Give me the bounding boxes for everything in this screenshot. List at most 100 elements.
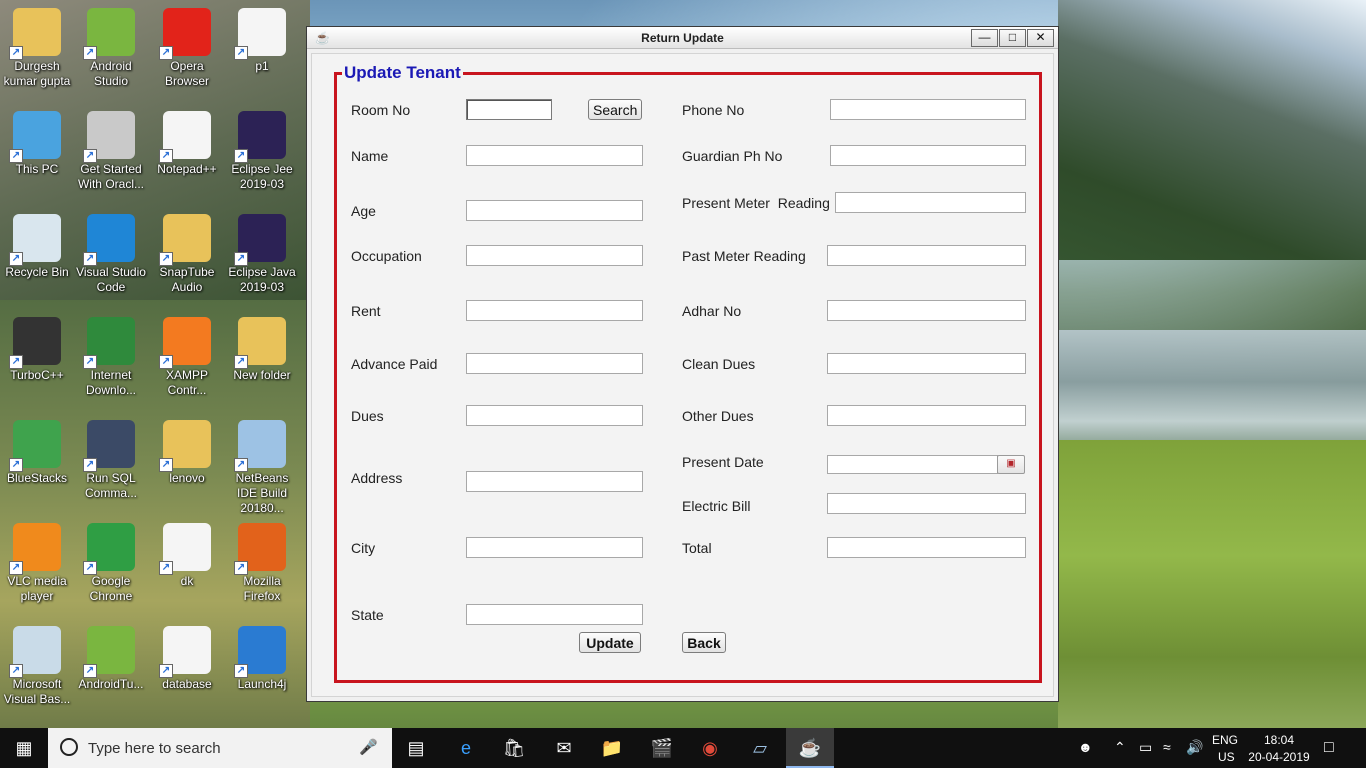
clock-date: 20-04-2019 [1248,750,1310,764]
adhar-no-input[interactable] [827,300,1026,321]
desktop-icon-label: lenovo [169,471,205,485]
room-no-input[interactable] [466,99,552,120]
maximize-button[interactable]: □ [999,29,1026,47]
back-button[interactable]: Back [682,632,726,653]
volume-icon[interactable]: 🔊 [1186,739,1203,756]
address-input[interactable] [466,471,643,492]
shortcut-arrow-icon: ↗ [234,46,248,60]
desktop-icon[interactable]: ↗ Visual Studio Code [74,208,148,304]
minimize-button[interactable]: — [971,29,998,47]
windows-start-icon[interactable]: ▦ [0,728,48,768]
wifi-icon[interactable]: ≈ [1163,739,1171,755]
city-label: City [351,540,376,556]
people-icon[interactable]: ☻ [1078,739,1093,755]
netbeans-icon: ↗ [234,420,286,472]
return-update-window: ☕ Return Update — □ ✕ Update Tenant Room… [306,26,1059,702]
state-input[interactable] [466,604,643,625]
chrome-icon[interactable]: ◉ [686,728,734,768]
java-icon[interactable]: ☕ [786,728,834,768]
shortcut-arrow-icon: ↗ [159,46,173,60]
desktop-icon[interactable]: ↗ Opera Browser [150,2,224,98]
desktop-icon[interactable]: ↗ Run SQL Comma... [74,414,148,510]
phone-no-input[interactable] [830,99,1026,120]
age-input[interactable] [466,200,643,221]
desktop-icon-label: Eclipse Jee 2019-03 [231,162,293,191]
desktop-icon[interactable]: ↗ Recycle Bin [0,208,74,304]
microphone-icon[interactable]: 🎤 [359,738,378,756]
search-button[interactable]: Search [588,99,642,120]
movies-icon[interactable]: 🎬 [638,728,686,768]
window-titlebar[interactable]: ☕ Return Update — □ ✕ [307,27,1058,49]
desktop-icon[interactable]: ↗ Durgesh kumar gupta [0,2,74,98]
update-button[interactable]: Update [579,632,641,653]
desktop-icon[interactable]: ↗ Mozilla Firefox [225,517,299,613]
desktop-icon-label: p1 [255,59,269,73]
edge-icon[interactable]: e [442,728,490,768]
wallpaper-river [1058,330,1366,460]
android-studio-icon: ↗ [83,626,135,678]
total-label: Total [682,540,712,556]
file-icon: ↗ [159,523,211,575]
desktop-icon[interactable]: ↗ This PC [0,105,74,201]
shortcut-arrow-icon: ↗ [83,46,97,60]
calendar-icon[interactable]: ▣ [997,455,1025,474]
desktop-icon[interactable]: ↗ BlueStacks [0,414,74,510]
chevron-up-icon[interactable]: ⌃ [1114,739,1126,756]
shortcut-arrow-icon: ↗ [9,561,23,575]
desktop-icon[interactable]: ↗ TurboC++ [0,311,74,407]
desktop-icon[interactable]: ↗ p1 [225,2,299,98]
chrome-icon: ↗ [83,523,135,575]
electric-bill-input[interactable] [827,493,1026,514]
desktop-icon[interactable]: ↗ database [150,620,224,716]
notification-icon[interactable]: □ [1324,739,1334,757]
netbeans-icon[interactable]: ▱ [736,728,784,768]
file-explorer-icon[interactable]: 📁 [588,728,636,768]
xampp-icon: ↗ [159,317,211,369]
close-button[interactable]: ✕ [1027,29,1054,47]
shortcut-arrow-icon: ↗ [9,355,23,369]
dues-input[interactable] [466,405,643,426]
folder-icon: ↗ [159,214,211,266]
taskbar-search-box[interactable]: Type here to search 🎤 [48,728,392,768]
store-icon[interactable]: 🛍 [490,728,538,768]
desktop-icon[interactable]: ↗ Eclipse Java 2019-03 [225,208,299,304]
shortcut-arrow-icon: ↗ [234,149,248,163]
desktop-icon[interactable]: ↗ NetBeans IDE Build 20180... [225,414,299,515]
desktop-icon[interactable]: ↗ Eclipse Jee 2019-03 [225,105,299,201]
desktop-icon[interactable]: ↗ Android Studio [74,2,148,98]
total-input[interactable] [827,537,1026,558]
desktop-icon[interactable]: ↗ Get Started With Oracl... [74,105,148,201]
clock[interactable]: 18:04 20-04-2019 [1246,733,1312,768]
occupation-input[interactable] [466,245,643,266]
desktop-icon[interactable]: ↗ Launch4j [225,620,299,716]
rent-input[interactable] [466,300,643,321]
language-indicator[interactable]: ENG US [1212,733,1238,768]
desktop-icon[interactable]: ↗ Microsoft Visual Bas... [0,620,74,716]
desktop-icon[interactable]: ↗ lenovo [150,414,224,510]
desktop-icon[interactable]: ↗ Internet Downlo... [74,311,148,407]
present-date-input[interactable] [827,455,998,474]
shortcut-arrow-icon: ↗ [83,664,97,678]
mail-icon[interactable]: ✉ [540,728,588,768]
guardian-ph-no-input[interactable] [830,145,1026,166]
desktop-icon[interactable]: ↗ VLC media player [0,517,74,613]
battery-icon[interactable]: ▭ [1139,739,1152,756]
file-icon: ↗ [159,111,211,163]
task-view-icon[interactable]: ▤ [392,728,440,768]
desktop-icon-label: Android Studio [90,59,132,88]
city-input[interactable] [466,537,643,558]
clean-dues-input[interactable] [827,353,1026,374]
desktop-icon[interactable]: ↗ dk [150,517,224,613]
advance-paid-input[interactable] [466,353,643,374]
other-dues-input[interactable] [827,405,1026,426]
desktop-icon[interactable]: ↗ New folder [225,311,299,407]
desktop-icon[interactable]: ↗ AndroidTu... [74,620,148,716]
firefox-icon: ↗ [234,523,286,575]
desktop-icon[interactable]: ↗ XAMPP Contr... [150,311,224,407]
present-meter-reading-input[interactable] [835,192,1026,213]
name-input[interactable] [466,145,643,166]
desktop-icon[interactable]: ↗ Google Chrome [74,517,148,613]
desktop-icon[interactable]: ↗ SnapTube Audio [150,208,224,304]
past-meter-reading-input[interactable] [827,245,1026,266]
desktop-icon[interactable]: ↗ Notepad++ [150,105,224,201]
